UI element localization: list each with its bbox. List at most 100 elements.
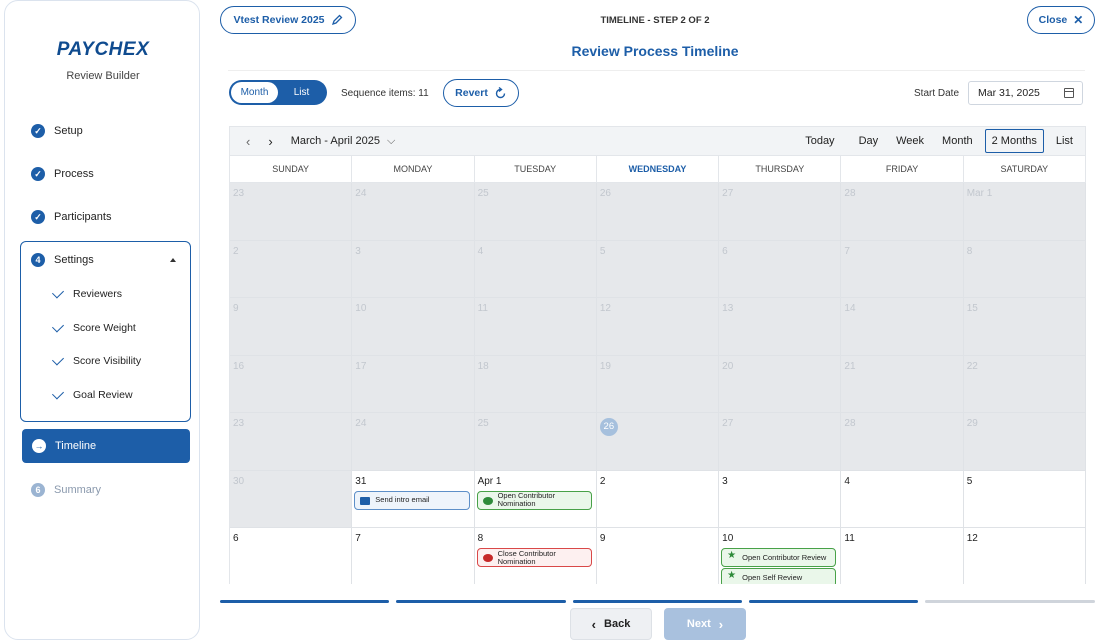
day-cell[interactable]: 6: [230, 528, 353, 584]
calendar-week: 16 17 18 19 20 21 22: [230, 355, 1086, 413]
start-date-input[interactable]: Mar 31, 2025: [968, 81, 1083, 105]
chevron-right-icon[interactable]: ›: [268, 134, 272, 149]
day-cell[interactable]: 14: [841, 298, 964, 355]
event-close-contributor-nomination[interactable]: Close Contributor Nomination: [476, 548, 592, 567]
day-cell[interactable]: 24: [352, 183, 475, 240]
day-cell[interactable]: 7: [841, 240, 964, 297]
calendar-icon[interactable]: [1064, 88, 1074, 98]
checkmark-icon: [51, 286, 65, 299]
next-button[interactable]: Next ›: [664, 608, 746, 640]
step-participants[interactable]: ✓ Participants: [31, 210, 111, 224]
step-process[interactable]: ✓ Process: [31, 167, 94, 181]
day-cell[interactable]: 12: [963, 528, 1086, 584]
weekday-label: MONDAY: [352, 156, 475, 183]
day-cell[interactable]: Apr 1 Open Contributor Nomination: [474, 470, 597, 527]
settings-item-score-weight[interactable]: Score Weight: [51, 320, 136, 334]
day-cell[interactable]: 27: [719, 183, 842, 240]
day-cell[interactable]: 23: [230, 183, 353, 240]
day-cell[interactable]: 4: [474, 240, 597, 297]
day-cell[interactable]: 3: [352, 240, 475, 297]
day-cell[interactable]: 5: [963, 470, 1086, 527]
close-button[interactable]: Close ✕: [1027, 6, 1095, 34]
day-cell[interactable]: 23: [230, 413, 353, 470]
settings-item-score-visibility[interactable]: Score Visibility: [51, 353, 141, 367]
weekday-label: SATURDAY: [964, 156, 1086, 183]
day-cell[interactable]: 10 ★ Open Contributor Review ★ Open Self…: [719, 528, 842, 584]
add-user-icon: [482, 496, 493, 505]
day-cell[interactable]: 17: [352, 355, 475, 412]
step-indicator: TIMELINE - STEP 2 OF 2: [600, 15, 710, 26]
event-open-contributor-nomination[interactable]: Open Contributor Nomination: [476, 490, 592, 510]
day-cell[interactable]: 12: [596, 298, 720, 355]
day-cell-today[interactable]: 26: [596, 413, 720, 470]
day-cell[interactable]: 2: [230, 240, 353, 297]
event-open-self-review[interactable]: ★ Open Self Review: [721, 568, 837, 584]
day-cell[interactable]: 3: [719, 470, 842, 527]
event-label: Open Self Review: [742, 572, 803, 582]
star-icon: ★: [727, 570, 737, 581]
day-cell[interactable]: 8 Close Contributor Nomination: [474, 528, 597, 584]
day-cell[interactable]: 21: [841, 355, 964, 412]
revert-button[interactable]: Revert: [443, 79, 519, 107]
day-cell[interactable]: 25: [474, 413, 597, 470]
event-send-intro-email[interactable]: Send intro email: [354, 490, 470, 510]
day-cell[interactable]: 8: [963, 240, 1086, 297]
day-cell[interactable]: 19: [596, 355, 720, 412]
day-cell[interactable]: 31 Send intro email: [352, 470, 475, 527]
day-cell[interactable]: Mar 1: [963, 183, 1086, 240]
day-cell[interactable]: 16: [230, 355, 353, 412]
review-name-button[interactable]: Vtest Review 2025: [220, 6, 356, 34]
day-cell[interactable]: 27: [719, 413, 842, 470]
step-summary[interactable]: 6 Summary: [31, 483, 101, 497]
day-cell[interactable]: 9: [596, 528, 720, 584]
day-cell[interactable]: 24: [352, 413, 475, 470]
view-toggle[interactable]: Month List: [229, 80, 327, 105]
day-cell[interactable]: 18: [474, 355, 597, 412]
close-label: Close: [1038, 14, 1068, 26]
day-cell[interactable]: 6: [719, 240, 842, 297]
day-cell[interactable]: 11: [474, 298, 597, 355]
close-icon: ✕: [1073, 13, 1084, 27]
view-week[interactable]: Week: [890, 130, 930, 152]
day-cell[interactable]: 5: [596, 240, 720, 297]
day-cell[interactable]: 20: [719, 355, 842, 412]
settings-item-reviewers[interactable]: Reviewers: [51, 286, 122, 300]
chevron-up-icon[interactable]: [170, 258, 176, 262]
step-timeline[interactable]: → Timeline: [22, 429, 190, 463]
check-icon: ✓: [31, 167, 45, 181]
day-cell[interactable]: 2: [596, 470, 720, 527]
day-cell[interactable]: 28: [841, 183, 964, 240]
step-settings[interactable]: 4 Settings: [31, 253, 94, 267]
chevron-down-icon: ⌵: [387, 134, 396, 147]
toggle-month[interactable]: Month: [231, 82, 278, 103]
today-button[interactable]: Today: [799, 130, 840, 152]
day-cell[interactable]: 26: [596, 183, 720, 240]
event-open-contributor-review[interactable]: ★ Open Contributor Review: [721, 548, 837, 567]
view-2-months[interactable]: 2 Months: [984, 129, 1044, 153]
day-cell[interactable]: 28: [841, 413, 964, 470]
day-cell[interactable]: 29: [963, 413, 1086, 470]
day-cell[interactable]: 11: [841, 528, 964, 584]
day-cell[interactable]: 9: [230, 298, 353, 355]
view-day[interactable]: Day: [853, 130, 885, 152]
day-cell[interactable]: 25: [474, 183, 597, 240]
day-cell[interactable]: 22: [963, 355, 1086, 412]
view-month[interactable]: Month: [936, 130, 979, 152]
chevron-right-icon: ›: [718, 616, 724, 632]
day-cell[interactable]: 10: [352, 298, 475, 355]
toggle-list[interactable]: List: [278, 87, 325, 98]
day-cell[interactable]: 13: [719, 298, 842, 355]
weekday-label: THURSDAY: [719, 156, 842, 183]
day-cell[interactable]: 4: [841, 470, 964, 527]
star-icon: ★: [727, 550, 737, 561]
day-cell[interactable]: 30: [230, 470, 353, 527]
date-range-dropdown[interactable]: March - April 2025 ⌵: [291, 135, 396, 148]
day-cell[interactable]: 7: [352, 528, 475, 584]
view-list[interactable]: List: [1050, 130, 1079, 152]
progress-segment-complete: [220, 600, 389, 603]
chevron-left-icon[interactable]: ‹: [246, 134, 250, 149]
settings-item-goal-review[interactable]: Goal Review: [51, 387, 133, 401]
back-button[interactable]: ‹ Back: [570, 608, 652, 640]
day-cell[interactable]: 15: [963, 298, 1086, 355]
step-setup[interactable]: ✓ Setup: [31, 124, 83, 138]
